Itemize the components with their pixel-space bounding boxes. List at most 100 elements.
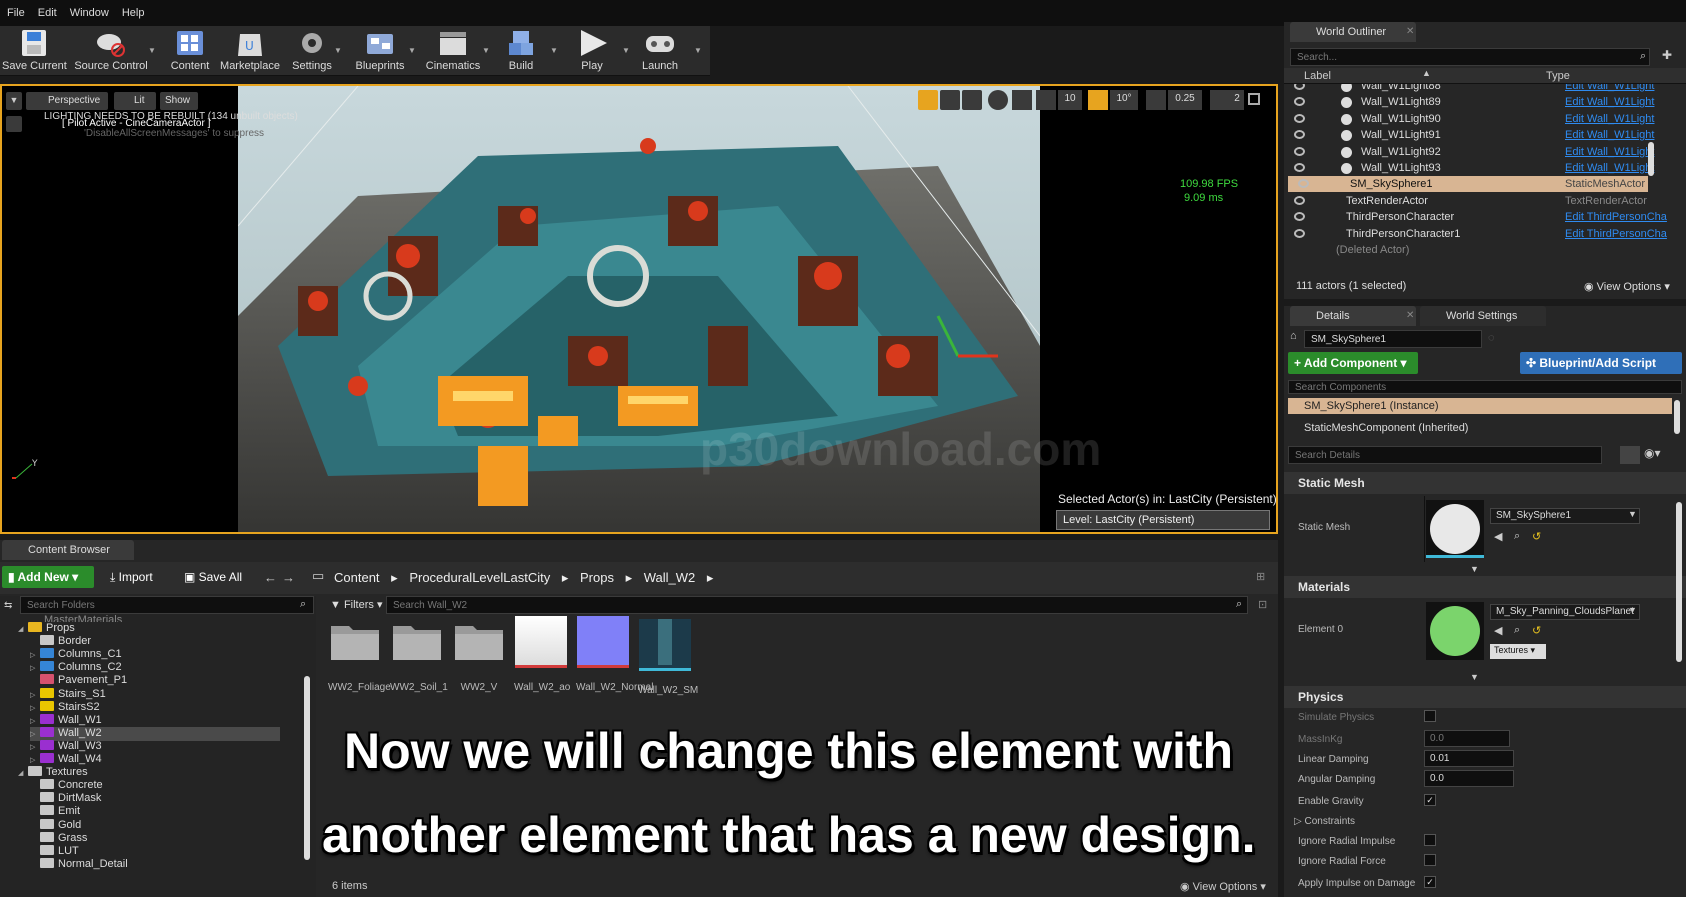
enable-gravity-checkbox[interactable]: ✓ (1424, 794, 1436, 806)
search-assets-input[interactable]: Search Wall_W2 (386, 596, 1248, 614)
breadcrumb-arrow-icon[interactable]: ▸ (562, 570, 569, 585)
camera-speed-icon[interactable] (1210, 90, 1230, 110)
add-actor-icon[interactable]: ✚ (1662, 48, 1680, 66)
expand-arrow-icon[interactable]: ▷ (30, 743, 40, 751)
visibility-eye-icon[interactable] (1294, 130, 1305, 140)
lit-button[interactable]: Lit (114, 92, 156, 110)
play-dropdown-icon[interactable]: ▼ (622, 46, 630, 55)
outliner-row[interactable]: Wall_W1Light93 Edit Wall_W1Light (1284, 160, 1686, 176)
static-mesh-combo[interactable]: SM_SkySphere1 (1490, 508, 1640, 524)
outliner-row-type[interactable]: Edit Wall_W1Light (1565, 162, 1654, 174)
launch-dropdown-icon[interactable]: ▼ (694, 46, 702, 55)
outliner-row[interactable]: Wall_W1Light88 Edit Wall_W1Light (1284, 84, 1686, 94)
col-type[interactable]: Type (1546, 70, 1570, 82)
section-materials[interactable]: Materials (1284, 576, 1686, 598)
tab-content-browser[interactable]: Content Browser (2, 540, 134, 560)
surface-snap-icon[interactable] (1012, 90, 1032, 110)
close-icon[interactable]: ✕ (1406, 310, 1414, 321)
world-space-icon[interactable] (988, 90, 1008, 110)
grid-snap-value[interactable]: 10 (1058, 90, 1082, 110)
outliner-row[interactable]: Wall_W1Light91 Edit Wall_W1Light (1284, 127, 1686, 143)
tree-item[interactable]: ▷ Wall_W1 (30, 713, 102, 728)
apply-impulse-checkbox[interactable]: ✓ (1424, 876, 1436, 888)
material-thumbnail[interactable] (1426, 602, 1484, 660)
tab-world-settings[interactable]: World Settings (1420, 306, 1546, 326)
chevron-down-icon[interactable]: ▼ (1628, 509, 1637, 519)
expand-arrow-icon[interactable]: ▷ (30, 691, 40, 699)
rotation-snap-value[interactable]: 10° (1110, 90, 1138, 110)
breadcrumb-procedural[interactable]: ProceduralLevelLastCity (409, 570, 550, 585)
show-button[interactable]: Show (160, 92, 198, 110)
outliner-view-options[interactable]: ◉ View Options ▾ (1584, 280, 1670, 293)
expand-arrow-icon[interactable]: ▷ (30, 756, 40, 764)
tree-item[interactable]: LUT (30, 844, 79, 859)
material-combo[interactable]: M_Sky_Panning_CloudsPlanet (1490, 604, 1640, 620)
tree-item[interactable]: ▷ Columns_C1 (30, 648, 122, 662)
breadcrumb-arrow-icon[interactable]: ▸ (391, 570, 398, 585)
textures-dropdown[interactable]: Textures ▾ (1490, 644, 1546, 659)
search-details-input[interactable]: Search Details (1288, 446, 1602, 464)
visibility-icon[interactable]: ◉▾ (1644, 446, 1661, 460)
outliner-search-input[interactable]: Search... (1290, 48, 1650, 66)
component-instance-row[interactable]: SM_SkySphere1 (Instance) (1288, 398, 1672, 414)
expand-arrow-icon[interactable]: ◢ (18, 625, 28, 633)
lock-icon[interactable]: ⊞ (1256, 570, 1265, 583)
use-selected-icon[interactable]: ◀ (1494, 530, 1502, 543)
asset-tile[interactable]: Wall_W2_ao (514, 616, 570, 693)
tree-item[interactable]: ▷ Wall_W3 (30, 739, 102, 754)
outliner-scrollbar[interactable] (1648, 142, 1654, 176)
viewport-options-button[interactable]: ▼ (6, 92, 22, 110)
visibility-eye-icon[interactable] (1294, 212, 1305, 222)
source-control-button[interactable]: Source Control (72, 28, 150, 74)
visibility-eye-icon[interactable] (1294, 97, 1305, 107)
blueprints-button[interactable]: Blueprints (352, 28, 408, 74)
tree-item[interactable]: ◢ Props (18, 622, 75, 636)
menu-edit[interactable]: Edit (31, 0, 63, 19)
tab-details[interactable]: Details (1290, 306, 1416, 326)
visibility-eye-icon[interactable] (1294, 113, 1305, 123)
grid-snap-icon[interactable] (1036, 90, 1056, 110)
save-all-button[interactable]: ▣ Save All (178, 566, 250, 588)
breadcrumb-arrow-icon[interactable]: ▸ (626, 570, 633, 585)
property-matrix-icon[interactable] (1620, 446, 1640, 464)
camera-speed-value[interactable]: 2 (1230, 90, 1244, 110)
expand-icon[interactable]: ▼ (1470, 564, 1479, 574)
launch-button[interactable]: Launch (638, 28, 682, 74)
tree-item[interactable]: ▷ Columns_C2 (30, 661, 122, 675)
col-label[interactable]: Label (1304, 70, 1331, 82)
filters-button[interactable]: ▼ Filters ▾ (330, 598, 382, 611)
tree-item[interactable]: ▷ Wall_W2 (30, 726, 280, 741)
outliner-row[interactable]: Wall_W1Light92 Edit Wall_W1Light (1284, 144, 1686, 160)
outliner-row[interactable]: Wall_W1Light89 Edit Wall_W1Light (1284, 94, 1686, 110)
build-button[interactable]: Build (502, 28, 540, 74)
add-new-button[interactable]: ▮ Add New ▾ (2, 566, 94, 588)
marketplace-button[interactable]: U Marketplace (218, 28, 282, 74)
sources-toggle-icon[interactable]: ⇆ (4, 600, 12, 611)
asset-tile[interactable]: Wall_W2_SM (638, 616, 698, 696)
maximize-icon[interactable] (1248, 93, 1260, 105)
outliner-row[interactable]: TextRenderActor TextRenderActor (1284, 193, 1686, 209)
section-static-mesh[interactable]: Static Mesh (1284, 472, 1686, 494)
scale-icon[interactable] (962, 90, 982, 110)
content-button[interactable]: Content (166, 28, 214, 74)
linear-damping-field[interactable]: 0.01 (1424, 750, 1514, 767)
tree-item[interactable]: ◢ Textures (18, 766, 88, 780)
cinematics-button[interactable]: Cinematics (422, 28, 484, 74)
visibility-eye-icon[interactable] (1294, 163, 1305, 172)
tree-item[interactable]: ▷ Wall_W4 (30, 753, 102, 767)
save-search-icon[interactable]: ⊡ (1258, 598, 1267, 611)
ignore-radial-force-checkbox[interactable] (1424, 854, 1436, 866)
breadcrumb-content[interactable]: Content (334, 570, 380, 585)
expand-arrow-icon[interactable]: ◢ (18, 769, 28, 777)
cinematics-dropdown-icon[interactable]: ▼ (482, 46, 490, 55)
expand-arrow-icon[interactable]: ▷ (30, 664, 40, 672)
source-control-dropdown-icon[interactable]: ▼ (148, 46, 156, 55)
tree-item[interactable]: Border (30, 635, 91, 649)
asset-tile[interactable]: WW2_Foliage (328, 616, 391, 693)
simulate-physics-checkbox[interactable] (1424, 710, 1436, 722)
outliner-row[interactable]: ThirdPersonCharacter1 Edit ThirdPersonCha (1284, 226, 1686, 242)
section-physics[interactable]: Physics (1284, 686, 1686, 708)
visibility-eye-icon[interactable] (1294, 195, 1305, 205)
visibility-eye-icon[interactable] (1294, 146, 1305, 156)
menu-file[interactable]: File (0, 0, 31, 19)
